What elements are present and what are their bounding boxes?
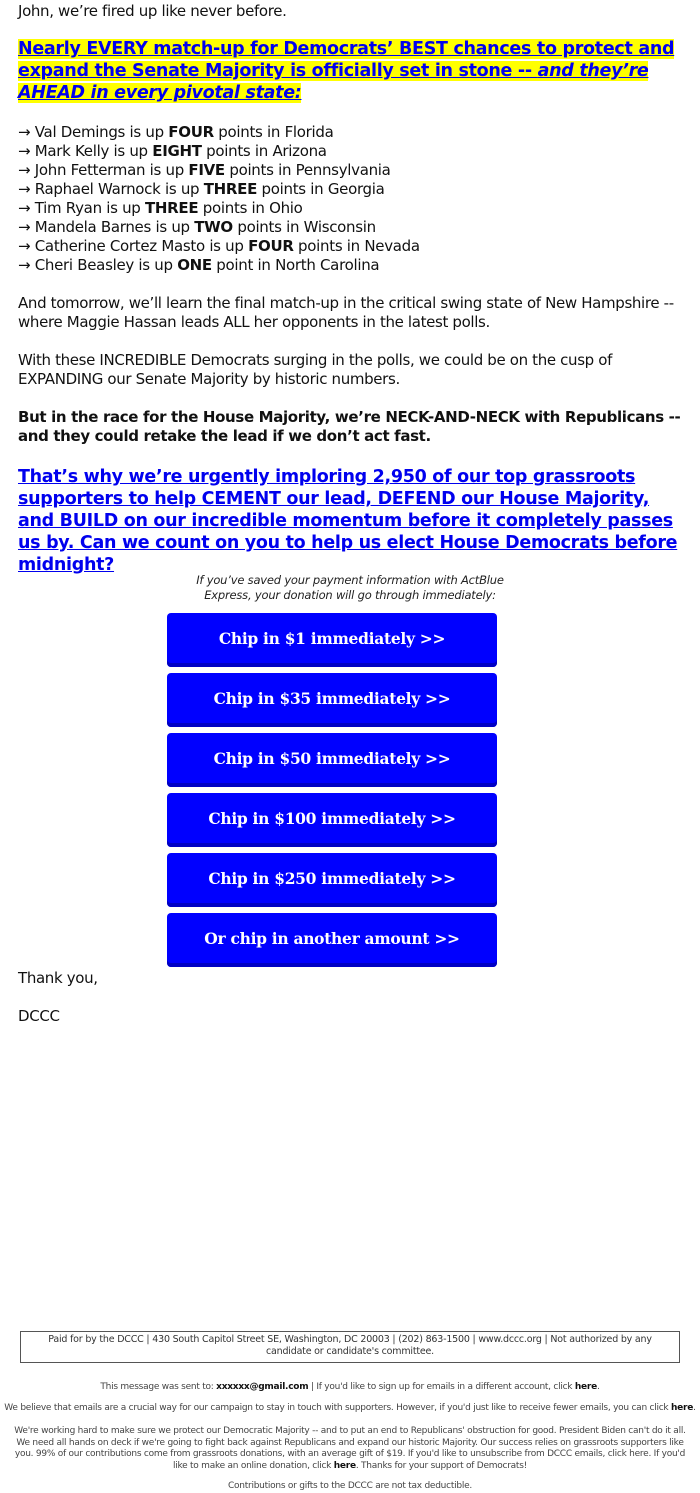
- poll-item: → Raphael Warnock is up THREE points in …: [18, 180, 385, 198]
- poll-margin: FOUR: [248, 237, 294, 255]
- poll-margin: FIVE: [188, 161, 225, 179]
- donate-35-button[interactable]: Chip in $35 immediately >>: [167, 673, 497, 727]
- actblue-express-note: If you’ve saved your payment information…: [196, 573, 504, 602]
- fewer-emails-line: We believe that emails are a crucial way…: [4, 1403, 696, 1413]
- arrow-icon: →: [18, 237, 31, 255]
- arrow-icon: →: [18, 256, 31, 274]
- greeting: John, we’re fired up like never before.: [18, 2, 287, 20]
- poll-item: → Val Demings is up FOUR points in Flori…: [18, 123, 334, 141]
- paid-for-disclaimer: Paid for by the DCCC | 430 South Capitol…: [20, 1331, 680, 1363]
- poll-margin: ONE: [177, 256, 212, 274]
- poll-list: → Val Demings is up FOUR points in Flori…: [18, 123, 420, 275]
- new-hampshire-paragraph: And tomorrow, we’ll learn the final matc…: [18, 294, 674, 331]
- poll-item: → Tim Ryan is up THREE points in Ohio: [18, 199, 303, 217]
- arrow-icon: →: [18, 218, 31, 236]
- thank-you-text: Thank you,: [18, 969, 98, 987]
- fewer-emails-link[interactable]: here: [671, 1403, 693, 1413]
- headline: Nearly EVERY match-up for Democrats’ BES…: [18, 38, 682, 104]
- arrow-icon: →: [18, 123, 31, 141]
- poll-margin: EIGHT: [152, 142, 202, 160]
- signature: DCCC: [18, 1007, 60, 1025]
- arrow-icon: →: [18, 180, 31, 198]
- switch-account-link[interactable]: here: [575, 1382, 597, 1392]
- donate-other-amount-button[interactable]: Or chip in another amount >>: [167, 913, 497, 967]
- poll-margin: THREE: [145, 199, 199, 217]
- poll-item: → Mark Kelly is up EIGHT points in Arizo…: [18, 142, 327, 160]
- donate-1-button[interactable]: Chip in $1 immediately >>: [167, 613, 497, 667]
- poll-item: → Cheri Beasley is up ONE point in North…: [18, 256, 380, 274]
- donate-250-button[interactable]: Chip in $250 immediately >>: [167, 853, 497, 907]
- poll-item: → John Fetterman is up FIVE points in Pe…: [18, 161, 391, 179]
- arrow-icon: →: [18, 161, 31, 179]
- expanding-paragraph: With these INCREDIBLE Democrats surging …: [18, 351, 613, 388]
- arrow-icon: →: [18, 199, 31, 217]
- poll-item: → Catherine Cortez Masto is up FOUR poin…: [18, 237, 420, 255]
- cta-paragraph: That’s why we’re urgently imploring 2,95…: [18, 466, 682, 576]
- cta-link[interactable]: That’s why we’re urgently imploring 2,95…: [18, 467, 678, 575]
- recipient-email: xxxxxx@gmail.com: [216, 1382, 309, 1392]
- headline-link[interactable]: Nearly EVERY match-up for Democrats’ BES…: [18, 39, 675, 103]
- donate-50-button[interactable]: Chip in $50 immediately >>: [167, 733, 497, 787]
- poll-margin: TWO: [194, 218, 233, 236]
- mission-statement: We're working hard to make sure we prote…: [14, 1426, 686, 1471]
- poll-item: → Mandela Barnes is up TWO points in Wis…: [18, 218, 376, 236]
- arrow-icon: →: [18, 142, 31, 160]
- donate-100-button[interactable]: Chip in $100 immediately >>: [167, 793, 497, 847]
- sent-to-line: This message was sent to: xxxxxx@gmail.c…: [100, 1382, 600, 1392]
- poll-margin: FOUR: [168, 123, 214, 141]
- tax-deductible-note: Contributions or gifts to the DCCC are n…: [228, 1481, 472, 1491]
- poll-margin: THREE: [203, 180, 258, 198]
- online-donation-link[interactable]: here: [334, 1461, 356, 1471]
- house-race-paragraph: But in the race for the House Majority, …: [18, 408, 681, 445]
